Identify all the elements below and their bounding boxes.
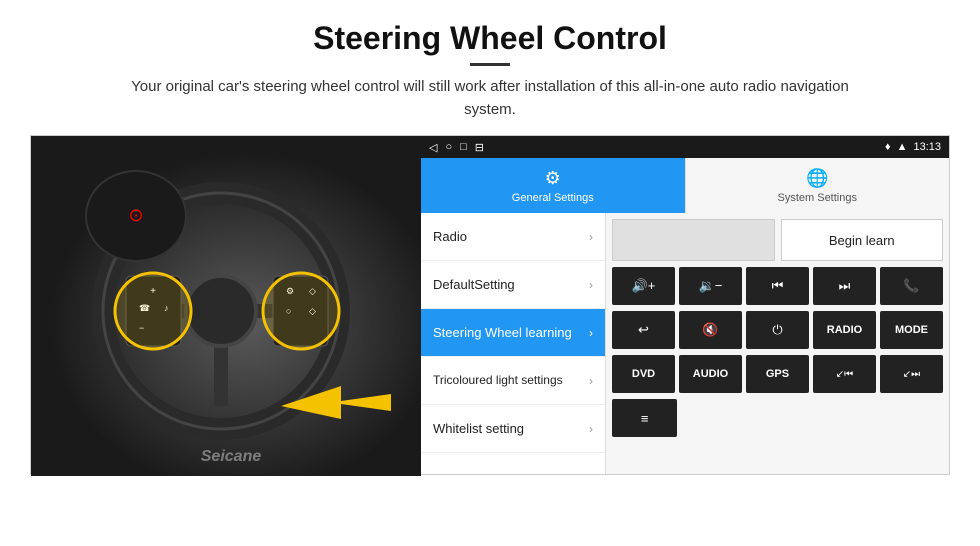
spacer — [681, 399, 943, 437]
call-end-button[interactable]: ↩ — [612, 311, 675, 349]
vol-down-button[interactable]: 🔉− — [679, 267, 742, 305]
page-wrapper: Steering Wheel Control Your original car… — [0, 0, 980, 485]
chevron-default: › — [589, 278, 593, 292]
menu-icon-button[interactable]: ≡ — [612, 399, 677, 437]
car-image-area: + ☎ ♪ − ⚙ ◇ ○ ◇ ⊙ — [31, 136, 421, 476]
menu-item-steering[interactable]: Steering Wheel learning › — [421, 309, 605, 357]
empty-input-box — [612, 219, 775, 261]
tab-general[interactable]: ⚙ General Settings — [421, 158, 685, 213]
page-subtitle: Your original car's steering wheel contr… — [130, 76, 850, 121]
status-nav-icons: ◁ ○ □ ⊟ — [429, 141, 484, 154]
phone-button[interactable]: 📞 — [880, 267, 943, 305]
menu-default-label: DefaultSetting — [433, 277, 515, 292]
general-settings-icon: ⚙ — [545, 168, 561, 189]
screenshot-icon[interactable]: ⊟ — [475, 141, 484, 154]
src-next-button[interactable]: ↙⏭ — [880, 355, 943, 393]
src-prev-button[interactable]: ↙⏮ — [813, 355, 876, 393]
chevron-whitelist: › — [589, 422, 593, 436]
vol-up-button[interactable]: 🔊+ — [612, 267, 675, 305]
audio-button[interactable]: AUDIO — [679, 355, 742, 393]
wifi-icon: ▲ — [897, 141, 908, 153]
control-grid-row2: ↩ 🔇 ⏻ RADIO MODE — [612, 311, 943, 349]
power-button[interactable]: ⏻ — [746, 311, 809, 349]
android-ui: ◁ ○ □ ⊟ ♦ ▲ 13:13 ⚙ General Settings — [421, 136, 949, 474]
menu-steering-label: Steering Wheel learning — [433, 325, 572, 340]
status-bar: ◁ ○ □ ⊟ ♦ ▲ 13:13 — [421, 136, 949, 158]
content-area: + ☎ ♪ − ⚙ ◇ ○ ◇ ⊙ — [30, 135, 950, 475]
menu-tricoloured-label: Tricoloured light settings — [433, 373, 563, 387]
gps-button[interactable]: GPS — [746, 355, 809, 393]
tab-bar: ⚙ General Settings 🌐 System Settings — [421, 158, 949, 213]
menu-radio-label: Radio — [433, 229, 467, 244]
menu-item-radio[interactable]: Radio › — [421, 213, 605, 261]
title-divider — [470, 63, 510, 66]
next-track-button[interactable]: ⏭ — [813, 267, 876, 305]
chevron-steering: › — [589, 326, 593, 340]
control-grid-row1: 🔊+ 🔉− ⏮ ⏭ 📞 — [612, 267, 943, 305]
clock: 13:13 — [913, 141, 941, 153]
menu-whitelist-label: Whitelist setting — [433, 421, 524, 436]
menu-item-whitelist[interactable]: Whitelist setting › — [421, 405, 605, 453]
dvd-button[interactable]: DVD — [612, 355, 675, 393]
mode-button[interactable]: MODE — [880, 311, 943, 349]
steering-wheel-svg: + ☎ ♪ − ⚙ ◇ ○ ◇ ⊙ — [31, 136, 421, 476]
svg-text:⊙: ⊙ — [128, 205, 143, 225]
title-section: Steering Wheel Control Your original car… — [30, 20, 950, 121]
main-split: Radio › DefaultSetting › Steering Wheel … — [421, 213, 949, 474]
row-1: Begin learn — [612, 219, 943, 261]
chevron-radio: › — [589, 230, 593, 244]
right-panel: Begin learn 🔊+ 🔉− ⏮ ⏭ 📞 ↩ 🔇 ⏻ — [606, 213, 949, 474]
status-right: ♦ ▲ 13:13 — [885, 141, 941, 153]
location-icon: ♦ — [885, 141, 891, 153]
recents-icon[interactable]: □ — [460, 141, 467, 153]
menu-item-tricoloured[interactable]: Tricoloured light settings › — [421, 357, 605, 405]
system-settings-icon: 🌐 — [806, 168, 828, 189]
tab-system[interactable]: 🌐 System Settings — [685, 158, 950, 213]
home-icon[interactable]: ○ — [445, 141, 452, 153]
page-title: Steering Wheel Control — [30, 20, 950, 57]
prev-track-button[interactable]: ⏮ — [746, 267, 809, 305]
menu-item-default[interactable]: DefaultSetting › — [421, 261, 605, 309]
radio-button[interactable]: RADIO — [813, 311, 876, 349]
control-grid-row3: DVD AUDIO GPS ↙⏮ ↙⏭ — [612, 355, 943, 393]
mute-button[interactable]: 🔇 — [679, 311, 742, 349]
tab-system-label: System Settings — [778, 192, 857, 204]
control-grid-row4: ≡ — [612, 399, 943, 437]
begin-learn-button[interactable]: Begin learn — [781, 219, 944, 261]
steering-background: + ☎ ♪ − ⚙ ◇ ○ ◇ ⊙ — [31, 136, 421, 476]
svg-text:Seicane: Seicane — [201, 448, 262, 465]
left-menu: Radio › DefaultSetting › Steering Wheel … — [421, 213, 606, 474]
tab-general-label: General Settings — [512, 192, 594, 204]
back-icon[interactable]: ◁ — [429, 141, 437, 154]
chevron-tricoloured: › — [589, 374, 593, 388]
